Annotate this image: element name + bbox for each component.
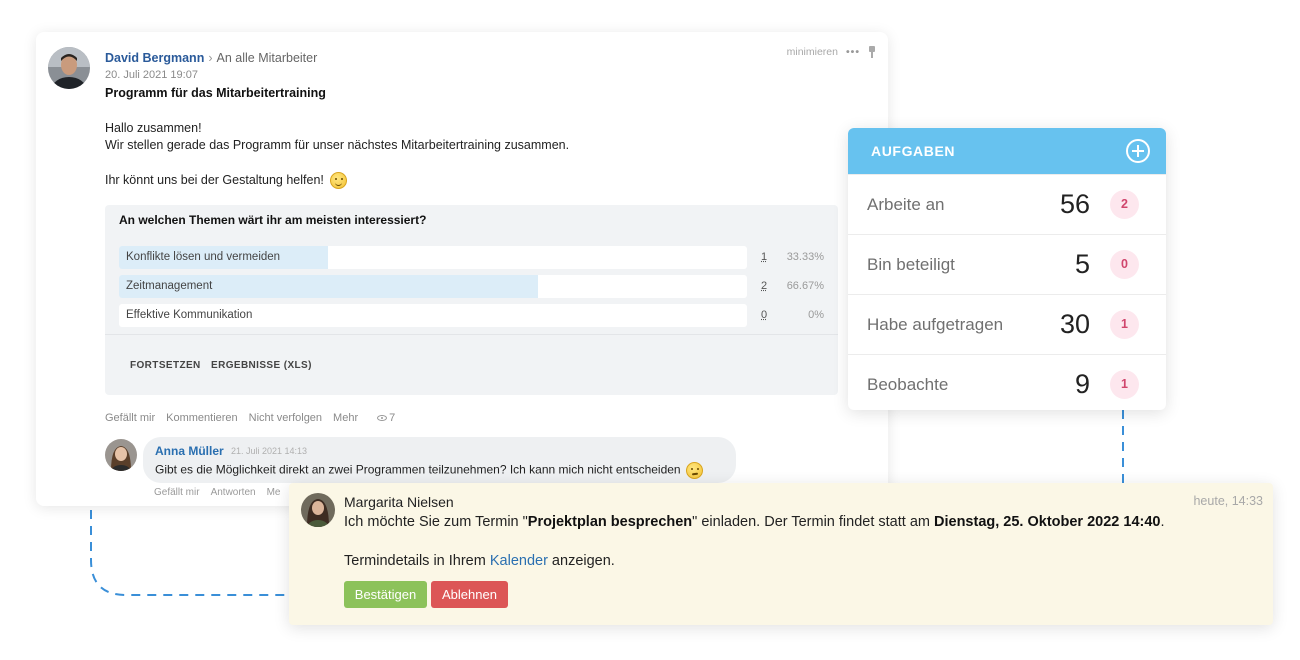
comment-bubble: Anna Müller 21. Juli 2021 14:13 Gibt es … [143,437,736,483]
comment-text-wrap: Gibt es die Möglichkeit direkt an zwei P… [155,462,703,479]
invitation-text-part: Ich möchte Sie zum Termin " [344,514,528,530]
author-avatar[interactable] [48,47,90,89]
comment-more-link[interactable]: Me [267,487,281,498]
comment-text: Gibt es die Möglichkeit direkt an zwei P… [155,462,681,477]
confirm-button[interactable]: Bestätigen [344,581,427,608]
views-count: 7 [389,412,396,424]
poll-option[interactable]: Zeitmanagement [119,275,747,298]
poll-option-label: Effektive Kommunikation [126,309,253,321]
event-name: Projektplan besprechen [527,514,693,530]
poll-option-percent: 66.67% [786,280,824,292]
task-count: 30 [1059,309,1090,339]
poll-option-count[interactable]: 1 [761,251,767,263]
comment-like-link[interactable]: Gefällt mir [154,487,200,498]
task-label: Bin beteiligt [867,255,955,274]
sender-avatar[interactable] [301,493,335,527]
tasks-header: AUFGABEN [848,128,1166,174]
poll-option[interactable]: Konflikte lösen und vermeiden [119,246,747,269]
task-label: Habe aufgetragen [867,315,1004,334]
tasks-title: AUFGABEN [871,143,956,159]
calendar-link[interactable]: Kalender [490,553,548,569]
post-line-2-wrap: Ihr könnt uns bei der Gestaltung helfen! [105,172,347,189]
task-count: 5 [1074,249,1090,279]
like-link[interactable]: Gefällt mir [105,412,155,424]
post-title: Programm für das Mitarbeitertraining [105,86,326,100]
task-label: Beobachte [867,375,949,394]
add-task-icon[interactable] [1126,139,1150,163]
comment-avatar[interactable] [105,439,137,471]
thinking-emoji-icon [685,462,703,479]
unfollow-link[interactable]: Nicht verfolgen [249,412,322,424]
more-link[interactable]: Mehr [333,412,358,424]
invitation-text-part: . [1160,514,1165,530]
task-row[interactable]: Beobachte 9 1 [848,354,1166,410]
details-text-part: anzeigen. [547,553,615,569]
details-text: Termindetails in Ihrem Kalender anzeigen… [344,553,615,569]
details-text-part: Termindetails in Ihrem [344,553,490,569]
task-count: 9 [1074,369,1090,399]
chevron-right-icon: › [208,51,213,65]
task-row[interactable]: Bin beteiligt 5 0 [848,234,1166,294]
post-date: 20. Juli 2021 19:07 [105,69,198,81]
task-badge[interactable]: 2 [1110,190,1139,219]
task-badge[interactable]: 1 [1110,310,1139,339]
task-label: Arbeite an [867,195,945,214]
poll-option-label: Zeitmanagement [126,280,213,292]
poll-option-count[interactable]: 2 [761,280,767,292]
poll: An welchen Themen wärt ihr am meisten in… [105,205,838,395]
post-author[interactable]: David Bergmann [105,51,204,65]
poll-divider [105,334,838,335]
post-line-2: Ihr könnt uns bei der Gestaltung helfen! [105,172,324,187]
task-badge[interactable]: 0 [1110,250,1139,279]
comment-link[interactable]: Kommentieren [166,412,238,424]
post-top-actions: minimieren ••• [787,46,876,58]
sender-name[interactable]: Margarita Nielsen [344,494,454,510]
post-recipient[interactable]: An alle Mitarbeiter [217,51,318,65]
poll-question: An welchen Themen wärt ihr am meisten in… [119,213,427,227]
tasks-widget: AUFGABEN Arbeite an 56 2 Bin beteiligt 5… [848,128,1166,410]
post-header: David Bergmann › An alle Mitarbeiter [105,51,317,65]
pin-icon[interactable] [868,46,876,58]
more-dots-icon[interactable]: ••• [846,46,860,58]
eye-icon [377,415,388,421]
smile-emoji-icon [329,172,347,189]
event-invitation: Margarita Nielsen heute, 14:33 Ich möcht… [289,483,1273,625]
poll-option-percent: 33.33% [786,251,824,263]
invitation-text-part: " einladen. Der Termin findet statt am [692,514,934,530]
post-footer: Gefällt mir Kommentieren Nicht verfolgen… [105,412,395,424]
post-card: David Bergmann › An alle Mitarbeiter 20. J… [36,32,888,506]
poll-continue-button[interactable]: FORTSETZEN [130,360,201,371]
comment-reply-link[interactable]: Antworten [211,487,256,498]
decline-button[interactable]: Ablehnen [431,581,508,608]
post-greeting: Hallo zusammen! [105,121,202,135]
poll-option-percent: 0% [808,309,824,321]
event-date: Dienstag, 25. Oktober 2022 14:40 [934,514,1161,530]
invitation-text: Ich möchte Sie zum Termin "Projektplan b… [344,514,1165,530]
poll-results-button[interactable]: ERGEBNISSE (XLS) [211,360,312,371]
comment-author[interactable]: Anna Müller [155,444,224,458]
task-badge[interactable]: 1 [1110,370,1139,399]
task-row[interactable]: Arbeite an 56 2 [848,174,1166,234]
views-counter: 7 [377,412,395,424]
post-line-1: Wir stellen gerade das Programm für unse… [105,138,570,152]
task-count: 56 [1059,189,1090,219]
invitation-time: heute, 14:33 [1193,494,1263,508]
comment-date: 21. Juli 2021 14:13 [231,446,308,456]
minimize-link[interactable]: minimieren [787,46,838,58]
poll-option[interactable]: Effektive Kommunikation [119,304,747,327]
poll-option-count[interactable]: 0 [761,309,767,321]
comment-footer: Gefällt mir Antworten Me [154,487,281,498]
task-row[interactable]: Habe aufgetragen 30 1 [848,294,1166,354]
poll-option-label: Konflikte lösen und vermeiden [126,251,281,263]
